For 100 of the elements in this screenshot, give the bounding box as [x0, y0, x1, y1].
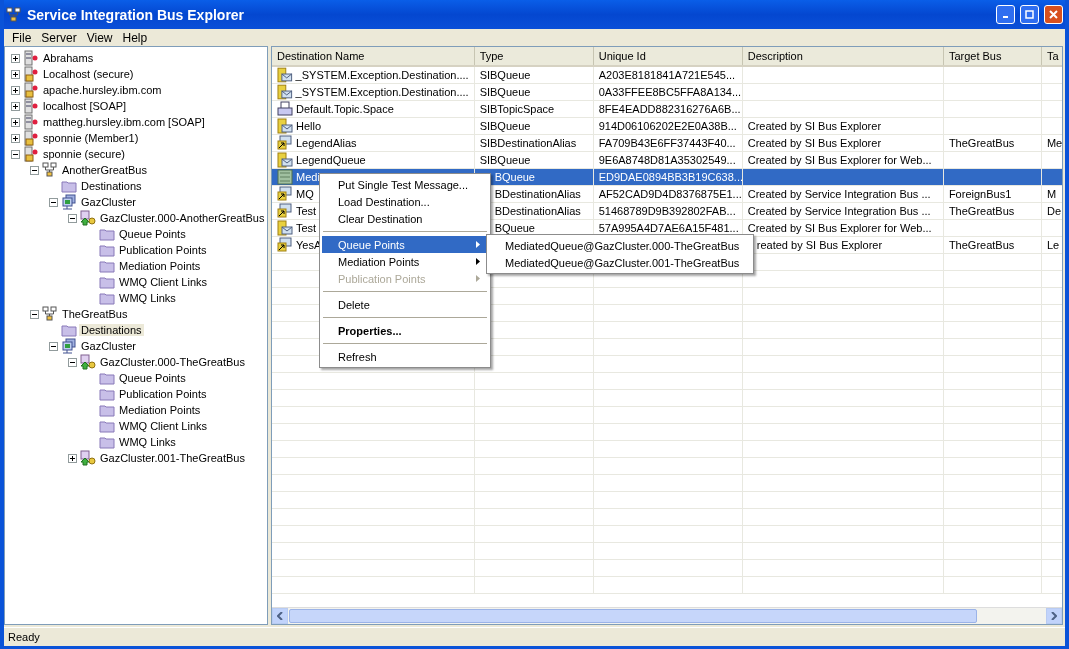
collapse-icon[interactable] — [49, 197, 58, 207]
table-cell: SIBQueue — [479, 120, 531, 132]
menu-item[interactable]: Mediation Points — [322, 253, 488, 270]
maximize-button[interactable] — [1020, 5, 1039, 24]
table-cell: BDestinationAlias — [494, 188, 581, 200]
tree-item[interactable]: Destinations — [79, 180, 144, 192]
tree-item[interactable]: GazCluster — [79, 340, 139, 352]
column-header[interactable]: Type — [474, 47, 594, 66]
table-cell: BQueue — [494, 171, 535, 183]
queue-icon — [277, 67, 293, 83]
submenu-arrow-icon — [476, 258, 480, 265]
submenu-arrow-icon — [476, 241, 480, 248]
queue-icon — [277, 152, 293, 168]
server-icon — [23, 50, 39, 66]
collapse-icon[interactable] — [49, 341, 58, 351]
menu-item[interactable]: Refresh — [322, 348, 488, 365]
tree-item[interactable]: GazCluster.000-AnotherGreatBus — [98, 212, 267, 224]
tree-item[interactable]: WMQ Client Links — [117, 276, 210, 288]
menu-item[interactable]: Load Destination... — [322, 193, 488, 210]
menu-item[interactable]: File — [8, 30, 38, 45]
expand-icon[interactable] — [11, 117, 20, 127]
menu-item[interactable]: Clear Destination — [322, 210, 488, 227]
tree-item[interactable]: Publication Points — [117, 388, 209, 400]
network-icon — [6, 6, 22, 23]
table-cell: _SYSTEM.Exception.Destination.... — [295, 69, 469, 81]
table-cell: A203E8181841A721E545... — [598, 69, 736, 81]
menu-item[interactable]: MediatedQueue@GazCluster.000-TheGreatBus — [489, 237, 751, 254]
tree-item[interactable]: Queue Points — [117, 228, 188, 240]
tree-item[interactable]: sponnie (secure) — [41, 148, 127, 160]
column-header[interactable]: Description — [742, 47, 944, 66]
tree-item[interactable]: mattheg.hursley.ibm.com [SOAP] — [41, 116, 207, 128]
tree-item[interactable]: Publication Points — [117, 244, 209, 256]
close-button[interactable] — [1044, 5, 1063, 24]
table-cell: Created by SI Bus Explorer for Web... — [747, 222, 932, 234]
table-cell: FA709B43E6FF37443F40... — [598, 137, 736, 149]
menu-item[interactable]: Queue Points — [322, 236, 488, 253]
tree-item[interactable]: Queue Points — [117, 372, 188, 384]
table-cell: SIBQueue — [479, 154, 531, 166]
table-cell: 51468789D9B392802FAB... — [598, 205, 736, 217]
folder-icon — [99, 402, 115, 418]
tree-item[interactable]: TheGreatBus — [60, 308, 130, 320]
table-cell: LegendAlias — [296, 137, 357, 149]
tree-item[interactable]: GazCluster.001-TheGreatBus — [98, 452, 247, 464]
tree-item[interactable]: WMQ Links — [117, 436, 178, 448]
menu-item[interactable]: Put Single Test Message... — [322, 176, 488, 193]
tree-item[interactable]: Destinations — [79, 324, 144, 336]
expand-icon[interactable] — [11, 133, 20, 143]
table-cell: BQueue — [494, 222, 535, 234]
tree-item[interactable]: Mediation Points — [117, 260, 203, 272]
collapse-icon[interactable] — [68, 357, 77, 367]
tree-item[interactable]: apache.hursley.ibm.com — [41, 84, 164, 96]
menu-item[interactable]: Properties... — [322, 322, 488, 339]
column-header[interactable]: Destination Name — [272, 47, 475, 66]
tree-item[interactable]: AnotherGreatBus — [60, 164, 149, 176]
menu-item[interactable]: Server — [37, 30, 83, 45]
tree-item[interactable]: WMQ Client Links — [117, 420, 210, 432]
locked-server-icon — [23, 146, 39, 162]
scroll-right-button[interactable] — [1046, 608, 1062, 624]
folder-icon — [99, 434, 115, 450]
column-header[interactable]: Ta — [1041, 47, 1062, 66]
engine-icon — [80, 354, 96, 370]
folder-icon — [99, 386, 115, 402]
menu-item[interactable]: Help — [118, 30, 154, 45]
table-cell: Default.Topic.Space — [296, 103, 394, 115]
menu-item[interactable]: View — [82, 30, 119, 45]
table-cell: 8FE4EADD882316276A6B... — [598, 103, 741, 115]
collapse-icon[interactable] — [30, 165, 39, 175]
tree-item[interactable]: WMQ Links — [117, 292, 178, 304]
minimize-button[interactable] — [996, 5, 1015, 24]
scroll-left-button[interactable] — [272, 608, 288, 624]
table-cell: Test — [296, 222, 317, 234]
tree-item[interactable]: Mediation Points — [117, 404, 203, 416]
tree-item[interactable]: GazCluster — [79, 196, 139, 208]
menu-item[interactable]: MediatedQueue@GazCluster.001-TheGreatBus — [489, 254, 751, 271]
tree-item[interactable]: Localhost (secure) — [41, 68, 136, 80]
expand-icon[interactable] — [11, 85, 20, 95]
table-cell: BDestinationAlias — [494, 205, 581, 217]
menu-item[interactable]: Delete — [322, 296, 488, 313]
tree-item[interactable]: GazCluster.000-TheGreatBus — [98, 356, 247, 368]
tree-item[interactable]: Abrahams — [41, 52, 96, 64]
submenu-arrow-icon — [476, 275, 480, 282]
table-cell: 0A33FFEE8BC5FFA8A134... — [598, 86, 742, 98]
queue-icon — [277, 118, 293, 134]
expand-icon[interactable] — [11, 53, 20, 63]
collapse-icon[interactable] — [11, 149, 20, 159]
column-header[interactable]: Target Bus — [943, 47, 1042, 66]
collapse-icon[interactable] — [68, 213, 77, 223]
column-header[interactable]: Unique Id — [593, 47, 743, 66]
expand-icon[interactable] — [68, 453, 77, 463]
table-cell: ED9DAE0894BB3B19C638... — [598, 171, 742, 183]
table-cell: Created by Service Integration Bus ... — [747, 188, 931, 200]
alias-icon — [277, 186, 293, 202]
tree-item[interactable]: sponnie (Member1) — [41, 132, 141, 144]
table-cell: _SYSTEM.Exception.Destination.... — [295, 86, 469, 98]
folder-icon — [99, 290, 115, 306]
tree-item[interactable]: localhost [SOAP] — [41, 100, 129, 112]
expand-icon[interactable] — [11, 69, 20, 79]
collapse-icon[interactable] — [30, 309, 39, 319]
expand-icon[interactable] — [11, 101, 20, 111]
scrollbar-thumb[interactable] — [289, 609, 977, 623]
